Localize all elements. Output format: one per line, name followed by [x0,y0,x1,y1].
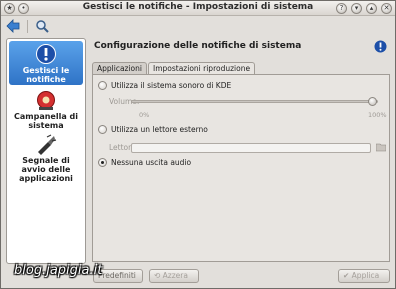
no-audio-label: Nessuna uscita audio [111,158,192,167]
info-icon [374,40,387,53]
apply-label: Applica [351,271,380,280]
reset-button[interactable]: ⟲ Azzera [149,269,199,283]
reset-icon: ⟲ [154,271,163,280]
toolbar [5,18,50,34]
sidebar: Gestisci le notifiche Campanella di sist… [6,38,86,264]
watermark: blog.japigia.it [14,263,103,278]
bell-icon [37,91,55,110]
volume-min-label: 0% [139,111,150,119]
page-title: Configurazione delle notifiche di sistem… [94,41,302,51]
kde-sound-radio[interactable] [98,81,107,90]
folder-icon[interactable] [376,142,386,152]
help-icon[interactable]: ? [336,3,347,14]
apply-button[interactable]: ✔ Applica [338,269,390,283]
back-arrow-icon [6,19,20,33]
maximize-icon[interactable]: ▴ [366,3,377,14]
minimize-icon[interactable]: ▾ [351,3,362,14]
close-icon[interactable]: ✕ [381,3,392,14]
sidebar-item-label: Gestisci le notifiche [22,66,70,84]
external-player-radio[interactable] [98,125,107,134]
search-button[interactable] [34,18,50,34]
check-icon: ✔ [343,271,352,280]
volume-max-label: 100% [368,111,387,119]
sidebar-item-label: Campanella di sistema [14,112,78,130]
info-icon [36,44,56,64]
sidebar-item-launch-feedback[interactable]: Segnale di avvio delle applicazioni [9,131,83,183]
playback-settings-panel: Utilizza il sistema sonoro di KDE Volume… [92,74,390,262]
volume-slider-handle[interactable] [368,97,377,106]
sidebar-item-label: Segnale di avvio delle applicazioni [19,156,73,183]
search-icon [36,20,49,33]
volume-slider[interactable] [131,97,378,106]
player-path-input[interactable] [131,143,371,153]
title-bar: ★ • Gestisci le notifiche - Impostazioni… [1,1,395,16]
startup-icon [38,134,57,155]
external-player-label: Utilizza un lettore esterno [111,125,208,134]
reset-label: Azzera [162,271,188,280]
no-audio-radio[interactable] [98,158,107,167]
back-button[interactable] [5,18,21,34]
sidebar-item-system-bell[interactable]: Campanella di sistema [9,87,83,130]
settings-window: ★ • Gestisci le notifiche - Impostazioni… [0,0,396,289]
sidebar-item-notifications[interactable]: Gestisci le notifiche [9,41,83,85]
kde-sound-label: Utilizza il sistema sonoro di KDE [111,81,232,90]
toolbar-separator [27,19,28,33]
